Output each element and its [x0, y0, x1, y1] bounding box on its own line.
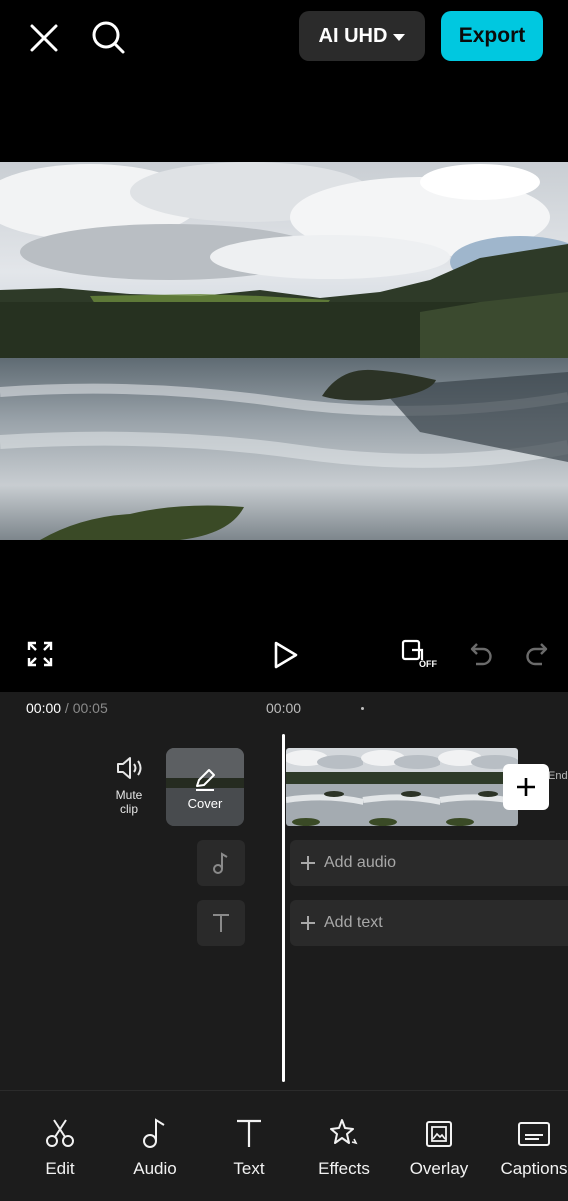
cover-button[interactable]: Cover	[166, 748, 244, 826]
undo-button[interactable]	[468, 640, 494, 668]
quality-dropdown[interactable]: AI UHD	[299, 11, 425, 61]
tool-label: Captions	[500, 1159, 568, 1178]
plus-icon	[517, 778, 535, 796]
add-text-label: Add text	[324, 914, 383, 931]
tool-overlay[interactable]: Overlay	[399, 1113, 479, 1179]
mute-clip-button[interactable]: Mute clip	[104, 754, 154, 816]
tool-label: Edit	[45, 1159, 75, 1178]
mute-label-1: Mute	[115, 788, 143, 802]
fullscreen-button[interactable]	[26, 640, 54, 668]
export-button[interactable]: Export	[441, 11, 543, 61]
redo-icon	[526, 643, 548, 666]
add-audio-label: Add audio	[324, 854, 397, 871]
tool-text[interactable]: Text	[209, 1113, 289, 1179]
timeline-panel[interactable]: 00:00 / 00:05 00:00 Mute clip Cover End …	[0, 692, 568, 1090]
tool-edit[interactable]: Edit	[20, 1113, 100, 1179]
close-icon	[30, 24, 58, 52]
tool-label: Audio	[133, 1159, 177, 1178]
current-time: 00:00	[26, 700, 62, 716]
captions-icon	[518, 1122, 550, 1146]
play-icon	[274, 641, 298, 669]
keyframe-badge: OFF	[419, 659, 437, 669]
bottom-toolbar: Edit Audio Text Effects Overlay Captions	[0, 1090, 568, 1201]
search-icon	[92, 21, 125, 54]
video-clip[interactable]	[286, 748, 518, 826]
add-clip-button[interactable]	[503, 764, 549, 810]
mute-label-2: clip	[119, 802, 138, 816]
text-track-icon-button[interactable]	[197, 900, 245, 946]
keyframe-toggle-button[interactable]: OFF	[400, 638, 440, 672]
tool-label: Effects	[318, 1159, 370, 1178]
search-button[interactable]	[88, 17, 128, 57]
timecode: 00:00 / 00:05	[26, 700, 108, 716]
plus-icon	[301, 916, 315, 930]
ruler-tick	[361, 707, 364, 710]
music-note-icon	[143, 1118, 165, 1148]
pencil-icon	[196, 769, 215, 791]
landscape-video-frame	[0, 162, 568, 540]
quality-label: AI UHD	[318, 24, 388, 47]
tool-label: Overlay	[409, 1159, 469, 1178]
text-icon	[237, 1119, 261, 1147]
end-label: End	[548, 770, 568, 782]
overlay-icon	[426, 1121, 452, 1147]
close-button[interactable]	[26, 20, 62, 56]
sparkle-icon	[330, 1119, 358, 1145]
scissors-icon	[46, 1119, 74, 1147]
redo-button[interactable]	[524, 640, 550, 668]
add-audio-button[interactable]: Add audio	[290, 840, 568, 886]
tool-effects[interactable]: Effects	[304, 1113, 384, 1179]
undo-icon	[470, 643, 492, 666]
total-time: 00:05	[72, 700, 108, 716]
music-note-icon	[213, 852, 228, 874]
tool-audio[interactable]: Audio	[115, 1113, 195, 1179]
chevron-down-icon	[393, 33, 406, 41]
playback-controls: OFF	[0, 626, 568, 686]
playhead[interactable]	[282, 734, 285, 1082]
audio-track-icon-button[interactable]	[197, 840, 245, 886]
play-button[interactable]	[270, 640, 300, 670]
add-text-button[interactable]: Add text	[290, 900, 568, 946]
clip-thumbnails	[286, 748, 518, 826]
text-icon	[213, 914, 229, 932]
video-preview[interactable]	[0, 162, 568, 540]
fullscreen-icon	[27, 641, 53, 667]
speaker-icon	[117, 757, 142, 779]
tool-captions[interactable]: Captions	[494, 1113, 568, 1179]
ruler-label: 00:00	[266, 700, 302, 716]
plus-icon	[301, 856, 315, 870]
cover-label: Cover	[187, 796, 223, 811]
tool-label: Text	[233, 1159, 265, 1178]
